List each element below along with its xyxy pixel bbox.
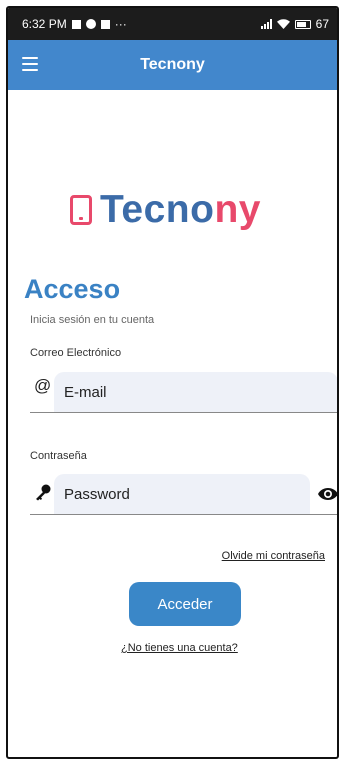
brand-logo: Tecnony	[70, 190, 261, 229]
battery-level: 67	[315, 17, 329, 31]
hamburger-menu-icon[interactable]	[22, 57, 38, 71]
password-input[interactable]: Password	[64, 486, 130, 503]
smartphone-icon	[70, 194, 92, 225]
wifi-icon	[276, 19, 290, 29]
status-left: 6:32 PM ···	[22, 17, 127, 31]
password-field[interactable]: Password	[30, 474, 338, 515]
app-bar: Tecnony	[8, 40, 337, 90]
signal-icon	[260, 19, 272, 29]
eye-icon[interactable]	[318, 487, 338, 501]
email-field[interactable]: @ E-mail	[30, 372, 337, 413]
battery-icon	[294, 19, 311, 29]
notification-icon	[71, 19, 81, 29]
status-bar: 6:32 PM ··· 67	[8, 8, 337, 40]
logo-text: Tecnony	[100, 188, 261, 231]
status-right: 67	[260, 17, 329, 31]
forgot-password-link[interactable]: Olvide mi contraseña	[222, 550, 325, 562]
register-link[interactable]: ¿No tienes una cuenta?	[121, 642, 238, 654]
phone-frame: 6:32 PM ··· 67 Tecnony Tecnony Acceso In…	[6, 6, 339, 759]
password-label: Contraseña	[30, 450, 87, 462]
notification-icon	[100, 19, 110, 29]
app-title: Tecnony	[140, 56, 205, 73]
page-subtitle: Inicia sesión en tu cuenta	[30, 314, 155, 326]
app-notification-icon	[85, 19, 96, 29]
more-notifications-icon: ···	[114, 17, 127, 31]
email-label: Correo Electrónico	[30, 347, 122, 359]
login-button[interactable]: Acceder	[129, 582, 241, 626]
email-input[interactable]: E-mail	[64, 384, 107, 401]
key-icon	[36, 484, 51, 501]
at-sign-icon: @	[34, 376, 52, 395]
page-title: Acceso	[24, 274, 121, 304]
status-time: 6:32 PM	[22, 17, 67, 31]
